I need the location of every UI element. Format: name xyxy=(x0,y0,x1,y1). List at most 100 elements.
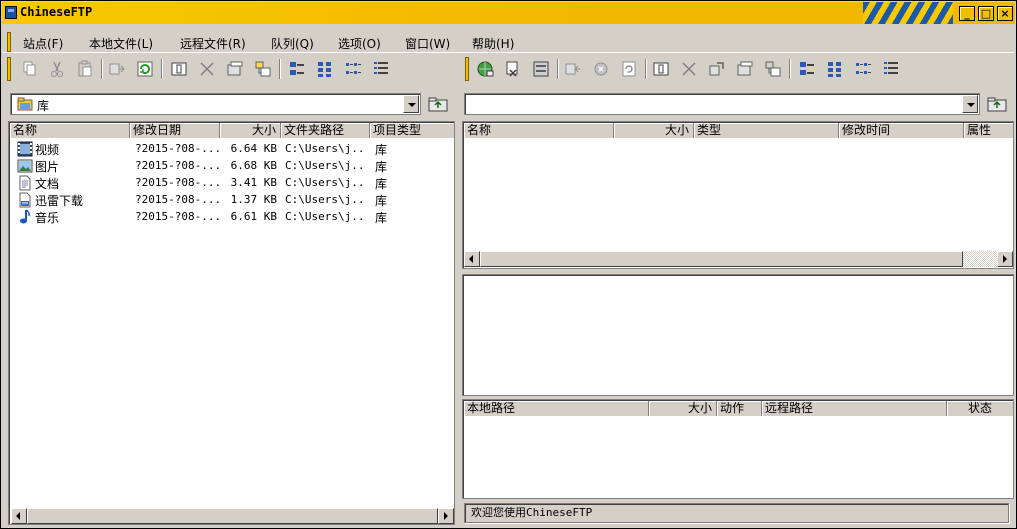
menu-bar: 站点(F) 本地文件(L) 远程文件(R) 队列(Q) 选项(O) 窗口(W) … xyxy=(3,31,1014,53)
chmod-icon[interactable] xyxy=(707,59,727,79)
cut-icon[interactable] xyxy=(47,59,67,79)
queue-header: 本地路径 大小 动作 远程路径 状态 xyxy=(464,401,1013,416)
menu-window[interactable]: 窗口(W) xyxy=(405,35,450,52)
transfer-queue[interactable]: 本地路径 大小 动作 远程路径 状态 xyxy=(462,399,1014,499)
download-library-icon xyxy=(17,192,33,208)
col-modified[interactable]: 修改日期 xyxy=(130,123,220,138)
local-path-dropdown-button[interactable] xyxy=(403,95,419,113)
local-horizontal-scrollbar[interactable] xyxy=(11,508,454,524)
file-name: 视频 xyxy=(35,143,60,157)
scroll-thumb[interactable] xyxy=(480,251,963,267)
list-item[interactable]: 视频 ?2015-?08-... 6.64 KB C:\Users\j... 库 xyxy=(11,141,451,158)
queue-col-size[interactable]: 大小 xyxy=(649,401,717,416)
remote-col-attributes[interactable]: 属性 xyxy=(964,123,1013,138)
remote-toolbar-grip[interactable] xyxy=(465,57,469,81)
file-modified: ?2015-?08-... xyxy=(135,159,222,172)
scroll-thumb[interactable] xyxy=(27,508,438,524)
file-modified: ?2015-?08-... xyxy=(135,176,222,189)
menu-remote-files[interactable]: 远程文件(R) xyxy=(180,35,246,52)
large-icons-view-icon[interactable] xyxy=(287,59,307,79)
remote-new-folder-icon[interactable] xyxy=(735,59,755,79)
paste-icon[interactable] xyxy=(75,59,95,79)
connect-icon[interactable] xyxy=(475,59,495,79)
properties-icon[interactable] xyxy=(253,59,273,79)
app-icon xyxy=(5,6,17,19)
minimize-button[interactable]: _ xyxy=(959,6,975,21)
details-view-icon[interactable] xyxy=(371,59,391,79)
remote-details-view-icon[interactable] xyxy=(881,59,901,79)
disconnect-icon[interactable] xyxy=(503,59,523,79)
queue-col-local-path[interactable]: 本地路径 xyxy=(464,401,649,416)
file-type: 库 xyxy=(375,143,388,157)
remote-col-modified[interactable]: 修改时间 xyxy=(839,123,964,138)
file-size: 3.41 KB xyxy=(230,176,277,189)
title-bar[interactable]: ChineseFTP _ □ × xyxy=(2,2,1015,24)
queue-col-remote-path[interactable]: 远程路径 xyxy=(762,401,947,416)
delete-icon[interactable] xyxy=(197,59,217,79)
remote-path-dropdown-button[interactable] xyxy=(962,95,978,113)
file-size: 6.68 KB xyxy=(230,159,277,172)
scroll-right-button[interactable] xyxy=(438,508,454,524)
log-panel[interactable] xyxy=(462,274,1014,396)
menu-options[interactable]: 选项(O) xyxy=(338,35,381,52)
download-icon[interactable] xyxy=(563,59,583,79)
stop-icon[interactable] xyxy=(591,59,611,79)
new-folder-icon[interactable] xyxy=(225,59,245,79)
menu-site[interactable]: 站点(F) xyxy=(23,35,63,52)
file-type: 库 xyxy=(375,194,388,208)
col-size[interactable]: 大小 xyxy=(220,123,281,138)
upload-icon[interactable] xyxy=(107,59,127,79)
scroll-left-button[interactable] xyxy=(464,251,480,267)
menu-local-files[interactable]: 本地文件(L) xyxy=(89,35,153,52)
local-toolbar-grip[interactable] xyxy=(7,57,11,81)
remote-list-view-icon[interactable] xyxy=(853,59,873,79)
local-file-list[interactable]: 名称 修改日期 大小 文件夹路径 项目类型 视频 ?2015-?08-... 6… xyxy=(8,121,455,525)
queue-col-action[interactable]: 动作 xyxy=(717,401,762,416)
remote-large-icons-view-icon[interactable] xyxy=(797,59,817,79)
maximize-button[interactable]: □ xyxy=(978,6,994,21)
remote-properties-icon[interactable] xyxy=(763,59,783,79)
remote-up-folder-icon[interactable] xyxy=(986,95,1008,113)
file-folder: C:\Users\j... xyxy=(285,142,367,155)
list-view-icon[interactable] xyxy=(343,59,363,79)
scroll-right-button[interactable] xyxy=(997,251,1013,267)
small-icons-view-icon[interactable] xyxy=(315,59,335,79)
video-library-icon xyxy=(17,141,33,157)
local-path-combo[interactable]: 库 xyxy=(10,93,421,115)
file-size: 6.64 KB xyxy=(230,142,277,155)
refresh-icon[interactable] xyxy=(135,59,155,79)
remote-refresh-icon[interactable] xyxy=(619,59,639,79)
list-item[interactable]: 图片 ?2015-?08-... 6.68 KB C:\Users\j... 库 xyxy=(11,158,451,175)
local-path-text: 库 xyxy=(37,99,50,113)
local-up-folder-icon[interactable] xyxy=(427,95,449,113)
library-folder-icon xyxy=(17,97,33,111)
menu-queue[interactable]: 队列(Q) xyxy=(271,35,314,52)
queue-col-status[interactable]: 状态 xyxy=(947,401,1013,416)
scroll-left-button[interactable] xyxy=(11,508,27,524)
server-icon[interactable] xyxy=(531,59,551,79)
file-modified: ?2015-?08-... xyxy=(135,210,222,223)
list-item[interactable]: 文档 ?2015-?08-... 3.41 KB C:\Users\j... 库 xyxy=(11,175,451,192)
remote-small-icons-view-icon[interactable] xyxy=(825,59,845,79)
picture-library-icon xyxy=(17,158,33,174)
remote-delete-icon[interactable] xyxy=(679,59,699,79)
remote-col-name[interactable]: 名称 xyxy=(464,123,614,138)
local-toolbar xyxy=(3,55,453,83)
remote-horizontal-scrollbar[interactable] xyxy=(464,251,1013,267)
close-button[interactable]: × xyxy=(997,6,1013,21)
rename-icon[interactable] xyxy=(169,59,189,79)
list-item[interactable]: 迅雷下载 ?2015-?08-... 1.37 KB C:\Users\j...… xyxy=(11,192,451,209)
remote-file-list[interactable]: 名称 大小 类型 修改时间 属性 xyxy=(462,121,1014,269)
remote-rename-icon[interactable] xyxy=(651,59,671,79)
col-name[interactable]: 名称 xyxy=(10,123,130,138)
col-folder-path[interactable]: 文件夹路径 xyxy=(281,123,370,138)
remote-path-combo[interactable] xyxy=(464,93,980,115)
copy-icon[interactable] xyxy=(19,59,39,79)
file-folder: C:\Users\j... xyxy=(285,176,367,189)
list-item[interactable]: 音乐 ?2015-?08-... 6.61 KB C:\Users\j... 库 xyxy=(11,209,451,226)
remote-col-size[interactable]: 大小 xyxy=(614,123,694,138)
menubar-grip[interactable] xyxy=(7,32,11,52)
remote-col-type[interactable]: 类型 xyxy=(694,123,839,138)
menu-help[interactable]: 帮助(H) xyxy=(472,35,514,52)
col-item-type[interactable]: 项目类型 xyxy=(370,123,454,138)
